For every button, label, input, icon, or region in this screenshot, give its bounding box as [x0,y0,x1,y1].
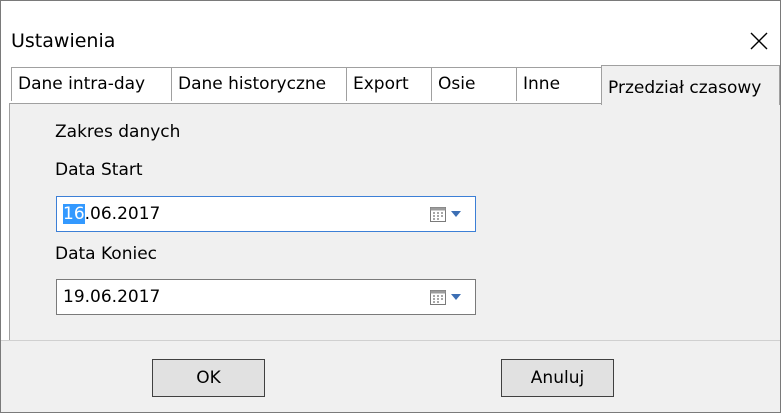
end-date-picker[interactable]: 19.06.2017 [56,279,476,315]
start-date-picker[interactable]: 16.06.2017 [56,196,476,232]
tab-dane-intra-day[interactable]: Dane intra-day [11,67,172,101]
tab-przedzial-czasowy[interactable]: Przedział czasowy [601,65,780,105]
title-bar[interactable]: Ustawienia [1,1,780,63]
cancel-button[interactable]: Anuluj [501,359,614,397]
dialog-title: Ustawienia [11,30,116,52]
calendar-icon [430,207,446,222]
tab-osie[interactable]: Osie [431,67,517,101]
tab-inne[interactable]: Inne [516,67,602,101]
start-date-day-selected: 16 [63,204,85,224]
end-date-label: Data Koniec [55,244,157,264]
close-icon [750,32,768,50]
tab-panel-przedzial-czasowy: Zakres danych Data Start 16.06.2017 Data… [9,103,780,341]
end-date-calendar-button[interactable] [429,286,471,308]
start-date-label: Data Start [55,160,143,180]
chevron-down-icon [451,294,461,300]
ok-button[interactable]: OK [152,359,265,397]
button-bar: OK Anuluj [1,340,780,412]
calendar-icon [430,290,446,305]
start-date-rest: .06.2017 [84,204,161,224]
group-label: Zakres danych [55,122,181,142]
settings-dialog: Ustawienia Dane intra-day Dane historycz… [0,0,781,413]
chevron-down-icon [451,211,461,217]
tab-strip: Dane intra-day Dane historyczne Export O… [1,65,780,105]
start-date-value[interactable]: 16.06.2017 [63,203,160,225]
tab-dane-historyczne[interactable]: Dane historyczne [171,67,347,101]
tab-export[interactable]: Export [346,67,432,101]
end-date-value[interactable]: 19.06.2017 [63,286,160,308]
start-date-calendar-button[interactable] [429,203,471,225]
close-button[interactable] [739,21,779,61]
